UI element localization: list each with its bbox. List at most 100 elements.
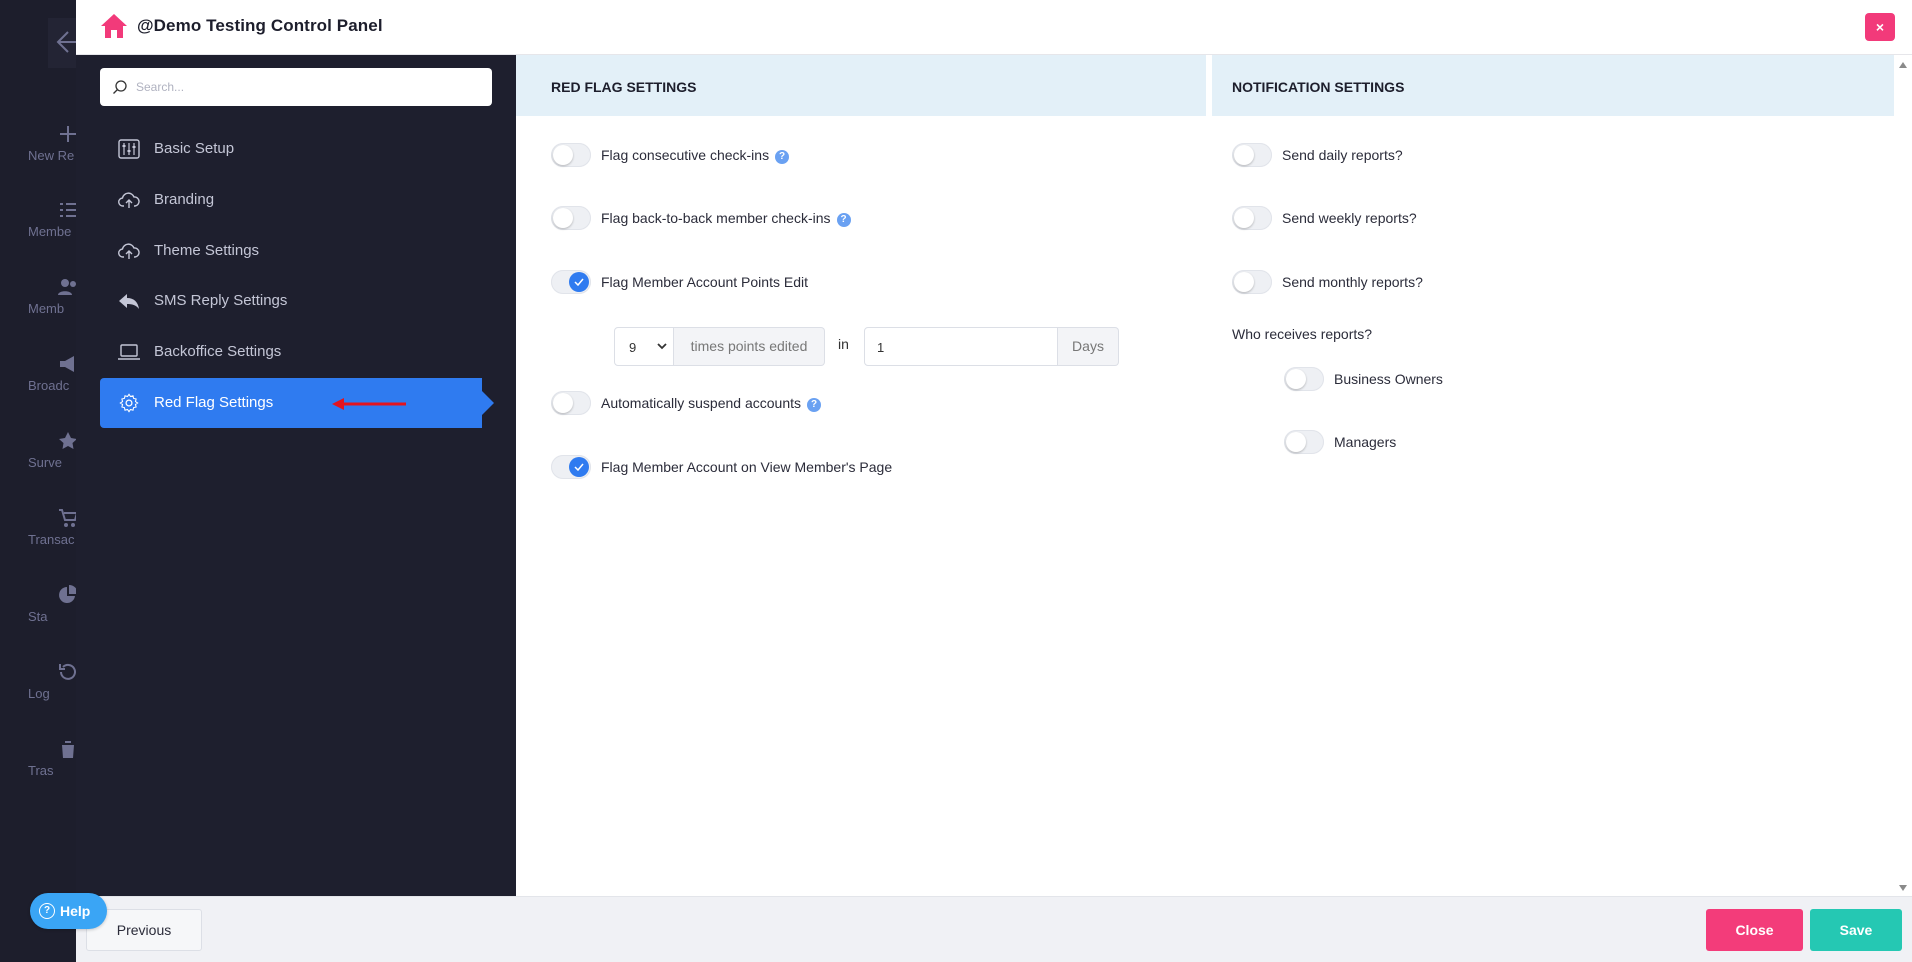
rail-item-new[interactable]: New Re: [0, 124, 76, 163]
toggle-switch[interactable]: [1284, 430, 1324, 454]
reply-icon: [119, 294, 139, 309]
trash-icon: [61, 741, 75, 758]
days-input-value: 1: [877, 340, 885, 355]
sidebar-item-red-flag-settings[interactable]: Red Flag Settings: [100, 378, 494, 428]
days-input[interactable]: 1: [864, 327, 1058, 366]
help-question-icon[interactable]: ?: [836, 213, 851, 227]
toggle-switch[interactable]: [551, 206, 591, 230]
toggle-label: Flag Member Account on View Member's Pag…: [601, 459, 893, 475]
sidebar-item-theme-settings[interactable]: Theme Settings: [100, 226, 482, 276]
sliders-icon: [118, 139, 140, 159]
toggle-switch[interactable]: [1232, 270, 1272, 294]
scroll-up-icon[interactable]: [1899, 62, 1907, 68]
app-rail: New Re Membe Memb Broadc Surve Transac S…: [0, 0, 76, 962]
cloud-upload-icon: [118, 192, 140, 208]
gear-icon: [119, 393, 139, 413]
rail-item-broadcast[interactable]: Broadc: [0, 354, 76, 393]
list-icon: [60, 203, 76, 217]
home-icon: [101, 14, 127, 38]
help-question-icon[interactable]: ?: [775, 150, 790, 164]
toggle-label-text: Flag back-to-back member check-ins: [601, 210, 831, 226]
rail-label: Memb: [28, 301, 65, 316]
rail-item-members-list[interactable]: Membe: [0, 200, 76, 239]
content-scrollbar[interactable]: [1894, 55, 1912, 896]
control-panel-modal: @Demo Testing Control Panel × Basic Setu…: [76, 0, 1912, 962]
rail-item-stats[interactable]: Sta: [0, 585, 76, 624]
search-icon: [113, 80, 127, 94]
header-gutter: [516, 55, 531, 116]
sidebar-item-basic-setup[interactable]: Basic Setup: [100, 124, 482, 174]
who-receives-label: Who receives reports?: [1232, 326, 1373, 342]
sidebar-item-branding[interactable]: Branding: [100, 175, 482, 225]
plus-icon: [60, 126, 76, 142]
rail-label: Transac: [28, 532, 75, 547]
sidebar-item-label: Basic Setup: [154, 140, 235, 157]
toggle-label: Automatically suspend accounts?: [601, 395, 821, 412]
rail-item-transactions[interactable]: Transac: [0, 508, 76, 547]
toggle-switch[interactable]: [1232, 206, 1272, 230]
rail-label: Membe: [28, 224, 72, 239]
help-question-icon[interactable]: ?: [807, 398, 821, 412]
settings-sidebar: Basic Setup Branding Theme Settings SMS …: [76, 55, 516, 896]
check-icon: [574, 463, 584, 471]
section-title: NOTIFICATION SETTINGS: [1232, 79, 1405, 95]
search-field[interactable]: [100, 68, 492, 106]
help-label: Help: [60, 903, 91, 919]
toggle-switch[interactable]: [551, 455, 591, 479]
sidebar-item-label: Backoffice Settings: [154, 343, 282, 360]
rail-label: Log: [28, 686, 50, 701]
cloud-upload-icon: [118, 243, 140, 259]
laptop-icon: [118, 344, 140, 360]
rail-label: Broadc: [28, 378, 70, 393]
chevron-down-icon: [657, 343, 667, 350]
toggle-switch[interactable]: [551, 270, 591, 294]
in-label: in: [838, 336, 849, 352]
modal-footer: Previous Close Save: [76, 896, 1912, 962]
rail-item-logs[interactable]: Log: [0, 662, 76, 701]
megaphone-icon: [60, 356, 74, 372]
help-button[interactable]: ? Help: [30, 893, 107, 929]
sidebar-item-label: Theme Settings: [154, 242, 260, 259]
days-addon: Days: [1058, 327, 1119, 366]
toggle-switch[interactable]: [551, 391, 591, 415]
question-circle-icon: ?: [39, 903, 55, 919]
close-modal-button[interactable]: ×: [1865, 13, 1895, 41]
times-addon: times points edited: [674, 327, 825, 366]
times-select[interactable]: 9: [614, 327, 674, 366]
star-icon: [59, 432, 76, 449]
annotation-arrow-icon: [332, 398, 406, 410]
toggle-switch[interactable]: [551, 143, 591, 167]
sidebar-item-label: Red Flag Settings: [154, 394, 274, 411]
toggle-switch[interactable]: [1284, 367, 1324, 391]
toggle-label: Send monthly reports?: [1282, 274, 1423, 290]
rail-label: Sta: [28, 609, 48, 624]
rail-label: Surve: [28, 455, 62, 470]
pie-chart-icon: [59, 585, 76, 603]
sidebar-item-label: Branding: [154, 191, 215, 208]
modal-title: @Demo Testing Control Panel: [137, 16, 383, 35]
save-button[interactable]: Save: [1810, 909, 1902, 951]
sidebar-item-backoffice-settings[interactable]: Backoffice Settings: [100, 327, 482, 377]
search-input[interactable]: [136, 68, 476, 106]
back-arrow-icon[interactable]: [48, 18, 76, 68]
settings-content: RED FLAG SETTINGS NOTIFICATION SETTINGS …: [531, 55, 1894, 896]
toggle-label: Flag back-to-back member check-ins?: [601, 210, 851, 227]
rail-item-trash[interactable]: Tras: [0, 739, 76, 778]
check-icon: [574, 278, 584, 286]
sidebar-item-label: SMS Reply Settings: [154, 292, 288, 309]
rail-item-surveys[interactable]: Surve: [0, 431, 76, 470]
scroll-down-icon[interactable]: [1899, 885, 1907, 891]
rail-item-members[interactable]: Memb: [0, 277, 76, 316]
sidebar-item-sms-reply-settings[interactable]: SMS Reply Settings: [100, 276, 482, 326]
toggle-label: Business Owners: [1334, 371, 1443, 387]
history-icon: [59, 663, 76, 680]
toggle-label-text: Automatically suspend accounts: [601, 395, 801, 411]
close-button[interactable]: Close: [1706, 909, 1803, 951]
red-flag-settings-heading: RED FLAG SETTINGS: [531, 55, 1206, 116]
toggle-switch[interactable]: [1232, 143, 1272, 167]
toggle-label: Send weekly reports?: [1282, 210, 1417, 226]
times-select-value: 9: [629, 340, 637, 355]
cart-icon: [59, 509, 76, 527]
toggle-label: Send daily reports?: [1282, 147, 1403, 163]
modal-header: @Demo Testing Control Panel ×: [76, 0, 1912, 55]
